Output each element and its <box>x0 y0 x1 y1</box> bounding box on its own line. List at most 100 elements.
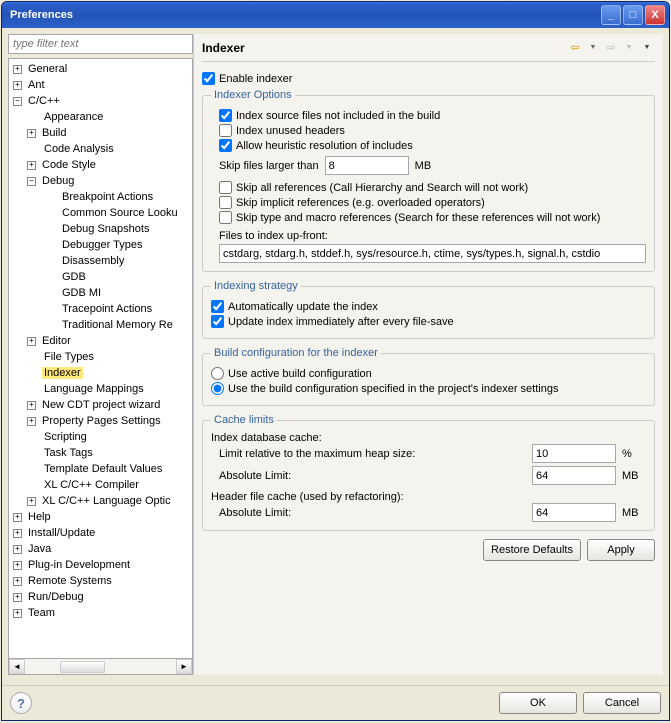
header-absolute-input[interactable] <box>532 503 616 522</box>
tree-item-appearance[interactable]: Appearance <box>9 109 192 125</box>
tree-item-team[interactable]: +Team <box>9 605 192 621</box>
index-unused-checkbox[interactable] <box>219 124 232 137</box>
tree-item-task-tags[interactable]: Task Tags <box>9 445 192 461</box>
skip-type-macro-checkbox[interactable] <box>219 211 232 224</box>
tree-item-tracepoint-actions[interactable]: Tracepoint Actions <box>9 301 192 317</box>
page-content: Enable indexer Indexer Options Index sou… <box>202 62 655 671</box>
heuristic-checkbox[interactable] <box>219 139 232 152</box>
tree-item-xl-compiler[interactable]: XL C/C++ Compiler <box>9 477 192 493</box>
use-specified-label: Use the build configuration specified in… <box>228 383 558 395</box>
tree-item-template-defaults[interactable]: Template Default Values <box>9 461 192 477</box>
expand-icon[interactable]: + <box>13 609 22 618</box>
expand-icon[interactable]: + <box>27 401 36 410</box>
expand-icon[interactable]: + <box>27 337 36 346</box>
tree-item-debugger-types[interactable]: Debugger Types <box>9 237 192 253</box>
tree-item-debug-snapshots[interactable]: Debug Snapshots <box>9 221 192 237</box>
tree-item-remote[interactable]: +Remote Systems <box>9 573 192 589</box>
back-arrow-icon[interactable]: ⇦ <box>567 40 583 56</box>
restore-defaults-button[interactable]: Restore Defaults <box>483 539 581 561</box>
help-icon[interactable]: ? <box>10 692 32 714</box>
ok-button[interactable]: OK <box>499 692 577 714</box>
expand-icon[interactable]: + <box>13 545 22 554</box>
close-button[interactable]: X <box>645 5 665 25</box>
use-active-radio[interactable] <box>211 367 224 380</box>
tree-item-debug[interactable]: −Debug <box>9 173 192 189</box>
cancel-button[interactable]: Cancel <box>583 692 661 714</box>
forward-arrow-icon[interactable]: ⇨ <box>603 40 619 56</box>
preferences-window: Preferences _ □ X +General +Ant −C/C++ A… <box>1 1 670 721</box>
horizontal-scrollbar[interactable]: ◄ ► <box>8 659 193 675</box>
minimize-button[interactable]: _ <box>601 5 621 25</box>
tree-item-build[interactable]: +Build <box>9 125 192 141</box>
update-on-save-label: Update index immediately after every fil… <box>228 316 454 328</box>
collapse-icon[interactable]: − <box>27 177 36 186</box>
forward-dropdown-icon[interactable]: ▼ <box>621 40 637 56</box>
tree-item-traditional-memory[interactable]: Traditional Memory Re <box>9 317 192 333</box>
auto-update-checkbox[interactable] <box>211 300 224 313</box>
enable-indexer-label: Enable indexer <box>219 73 292 85</box>
tree-item-new-cdt[interactable]: +New CDT project wizard <box>9 397 192 413</box>
tree-item-java[interactable]: +Java <box>9 541 192 557</box>
expand-icon[interactable]: + <box>13 529 22 538</box>
scroll-right-icon[interactable]: ► <box>176 659 192 674</box>
scroll-thumb[interactable] <box>60 661 105 673</box>
tree-item-common-source[interactable]: Common Source Looku <box>9 205 192 221</box>
tree-item-install[interactable]: +Install/Update <box>9 525 192 541</box>
tree-item-property-pages[interactable]: +Property Pages Settings <box>9 413 192 429</box>
tree-item-file-types[interactable]: File Types <box>9 349 192 365</box>
cache-absolute-input[interactable] <box>532 466 616 485</box>
tree-item-scripting[interactable]: Scripting <box>9 429 192 445</box>
tree-item-ccpp[interactable]: −C/C++ <box>9 93 192 109</box>
index-not-in-build-checkbox[interactable] <box>219 109 232 122</box>
expand-icon[interactable]: + <box>13 577 22 586</box>
maximize-button[interactable]: □ <box>623 5 643 25</box>
tree-item-xl-lang[interactable]: +XL C/C++ Language Optic <box>9 493 192 509</box>
tree-item-gdb-mi[interactable]: GDB MI <box>9 285 192 301</box>
scroll-left-icon[interactable]: ◄ <box>9 659 25 674</box>
tree-item-plugin-dev[interactable]: +Plug-in Development <box>9 557 192 573</box>
expand-icon[interactable]: + <box>27 129 36 138</box>
tree-item-code-style[interactable]: +Code Style <box>9 157 192 173</box>
expand-icon[interactable]: + <box>13 593 22 602</box>
tree-item-breakpoint-actions[interactable]: Breakpoint Actions <box>9 189 192 205</box>
skip-type-macro-label: Skip type and macro references (Search f… <box>236 212 600 224</box>
preference-tree[interactable]: +General +Ant −C/C++ Appearance +Build C… <box>8 58 193 659</box>
tree-item-editor[interactable]: +Editor <box>9 333 192 349</box>
tree-item-code-analysis[interactable]: Code Analysis <box>9 141 192 157</box>
menu-dropdown-icon[interactable]: ▼ <box>639 40 655 56</box>
use-specified-radio[interactable] <box>211 382 224 395</box>
use-active-label: Use active build configuration <box>228 368 372 380</box>
files-upfront-input[interactable] <box>219 244 646 263</box>
expand-icon[interactable]: + <box>13 65 22 74</box>
skip-all-refs-checkbox[interactable] <box>219 181 232 194</box>
update-on-save-checkbox[interactable] <box>211 315 224 328</box>
indexing-strategy-group: Indexing strategy Automatically update t… <box>202 280 655 339</box>
expand-icon[interactable]: + <box>27 497 36 506</box>
collapse-icon[interactable]: − <box>13 97 22 106</box>
tree-item-gdb[interactable]: GDB <box>9 269 192 285</box>
expand-icon[interactable]: + <box>13 561 22 570</box>
indexer-options-legend: Indexer Options <box>211 89 295 101</box>
header-absolute-unit: MB <box>622 507 646 519</box>
tree-item-indexer[interactable]: Indexer <box>9 365 192 381</box>
tree-item-general[interactable]: +General <box>9 61 192 77</box>
tree-item-run-debug[interactable]: +Run/Debug <box>9 589 192 605</box>
apply-button[interactable]: Apply <box>587 539 655 561</box>
enable-indexer-checkbox[interactable] <box>202 72 215 85</box>
cache-relative-input[interactable] <box>532 444 616 463</box>
cache-limits-legend: Cache limits <box>211 414 277 426</box>
tree-item-language-mappings[interactable]: Language Mappings <box>9 381 192 397</box>
back-dropdown-icon[interactable]: ▼ <box>585 40 601 56</box>
skip-larger-input[interactable] <box>325 156 409 175</box>
filter-input[interactable] <box>8 34 193 54</box>
expand-icon[interactable]: + <box>13 81 22 90</box>
expand-icon[interactable]: + <box>13 513 22 522</box>
expand-icon[interactable]: + <box>27 417 36 426</box>
titlebar[interactable]: Preferences _ □ X <box>2 2 669 28</box>
skip-implicit-checkbox[interactable] <box>219 196 232 209</box>
tree-item-disassembly[interactable]: Disassembly <box>9 253 192 269</box>
build-config-group: Build configuration for the indexer Use … <box>202 347 655 406</box>
expand-icon[interactable]: + <box>27 161 36 170</box>
tree-item-help[interactable]: +Help <box>9 509 192 525</box>
tree-item-ant[interactable]: +Ant <box>9 77 192 93</box>
